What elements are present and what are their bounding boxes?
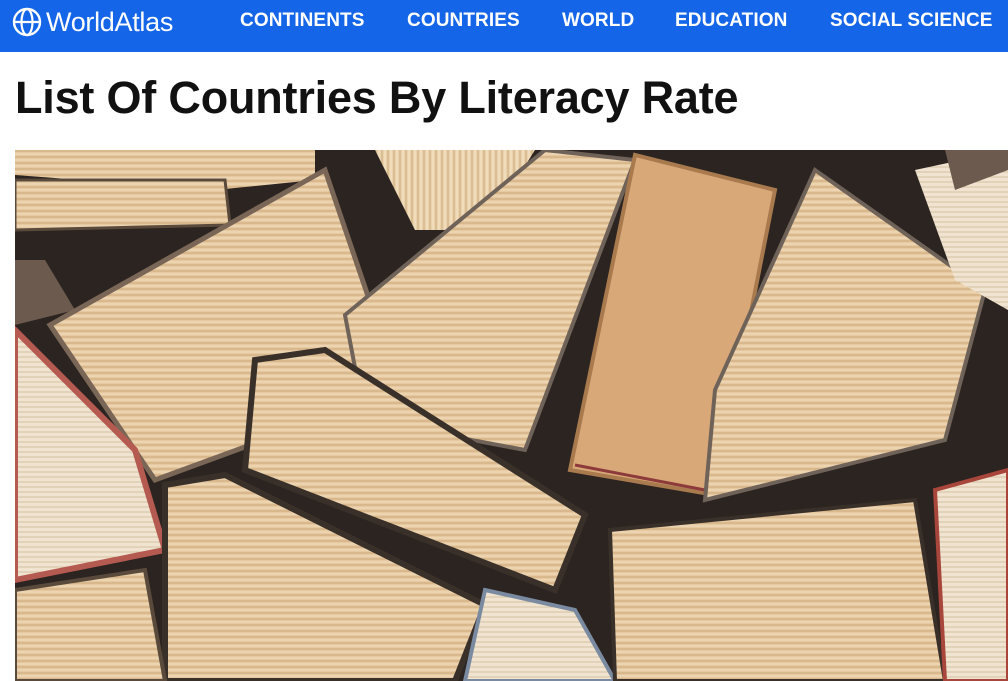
- book: [15, 178, 232, 232]
- nav-item-social-science[interactable]: SOCIAL SCIENCE: [830, 10, 993, 32]
- nav-item-education[interactable]: EDUCATION: [675, 10, 787, 32]
- book: [932, 467, 1008, 681]
- site-name: WorldAtlas: [46, 6, 174, 37]
- site-logo[interactable]: WorldAtlas: [12, 6, 173, 38]
- nav-item-countries[interactable]: COUNTRIES: [407, 10, 520, 32]
- page-title: List Of Countries By Literacy Rate: [15, 72, 739, 123]
- book: [607, 497, 948, 681]
- globe-icon: [12, 7, 42, 37]
- top-navigation-bar: WorldAtlas CONTINENTS COUNTRIES WORLD ED…: [0, 0, 1008, 52]
- nav-item-continents[interactable]: CONTINENTS: [240, 10, 365, 32]
- hero-image: [15, 150, 1008, 681]
- books-illustration: [15, 150, 1008, 681]
- book: [15, 567, 168, 681]
- nav-item-world[interactable]: WORLD: [562, 10, 634, 32]
